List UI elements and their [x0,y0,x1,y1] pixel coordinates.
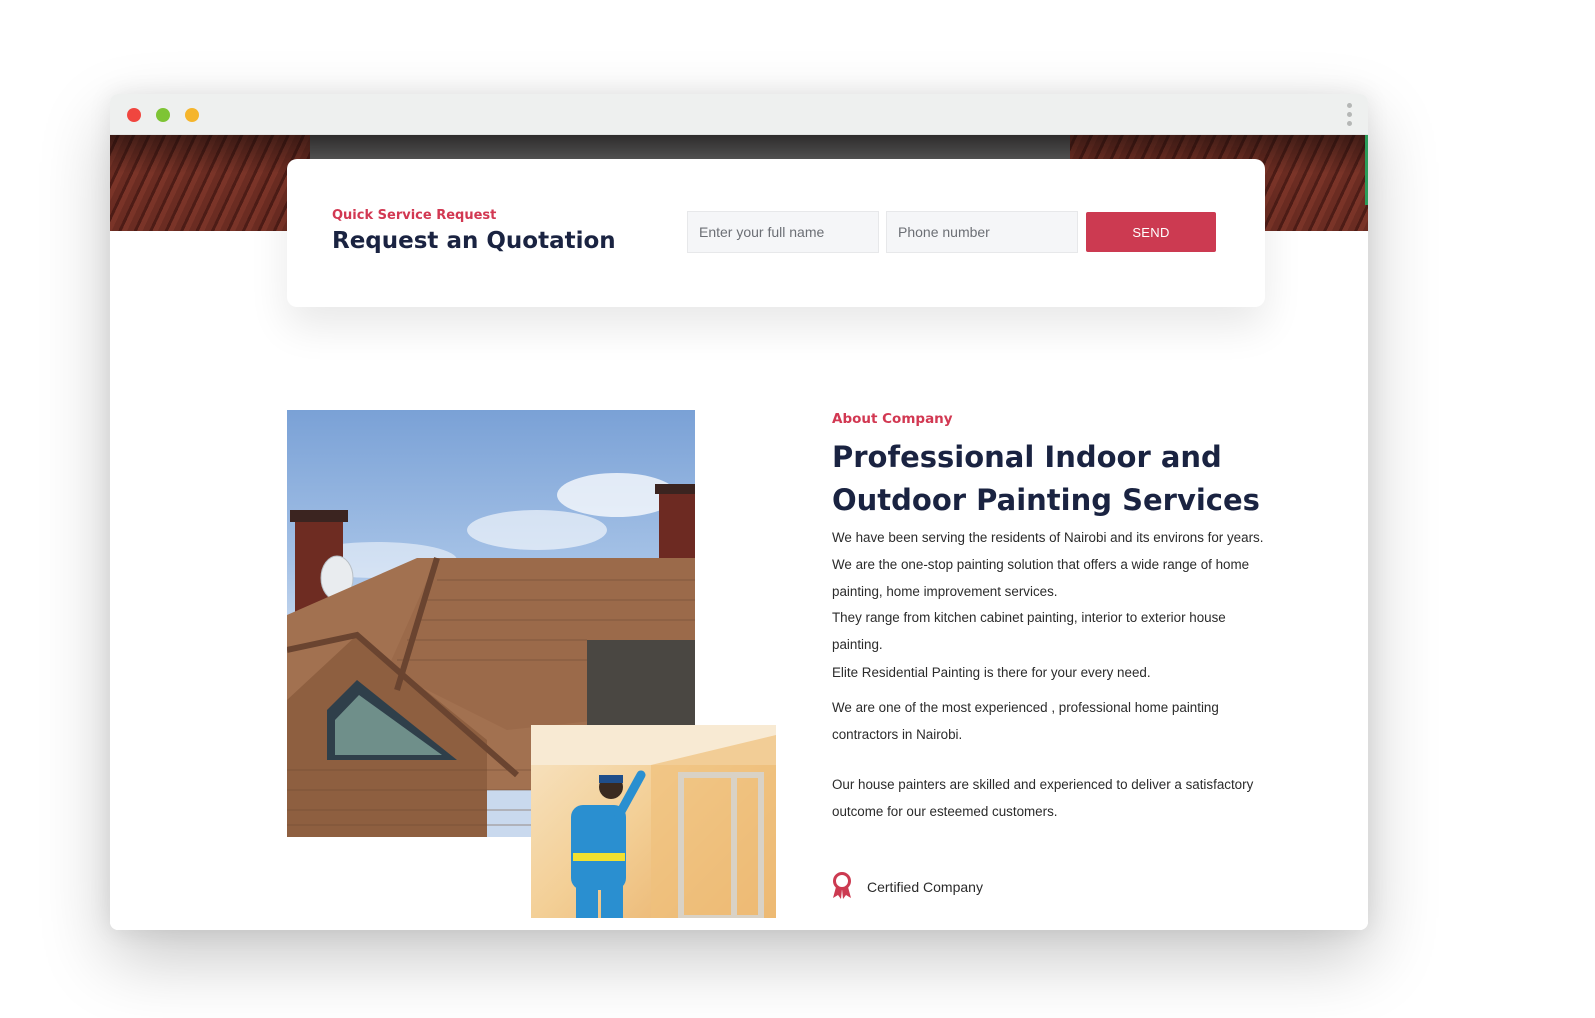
about-paragraph: Elite Residential Painting is there for … [832,665,1151,680]
quote-request-card: Quick Service Request Request an Quotati… [287,159,1265,307]
hero-roof-eave [310,135,1070,161]
about-subtitle: About Company [832,411,953,427]
about-paragraph: We have been serving the residents of Na… [832,530,1264,599]
award-ribbon-icon [833,872,851,899]
about-paragraph: Our house painters are skilled and exper… [832,777,1254,819]
painter-photo [531,725,776,918]
maximize-window-button[interactable] [185,108,199,122]
about-paragraph: They range from kitchen cabinet painting… [832,610,1226,652]
close-window-button[interactable] [127,108,141,122]
certified-company-label: Certified Company [867,879,983,895]
page-content: Quick Service Request Request an Quotati… [110,135,1368,930]
hero-edge-accent [1365,135,1368,205]
minimize-window-button[interactable] [156,108,170,122]
browser-title-bar [110,94,1368,135]
quote-title: Request an Quotation [332,228,616,254]
send-button[interactable]: SEND [1086,212,1216,252]
about-paragraph: We are one of the most experienced , pro… [832,700,1219,742]
quote-subtitle: Quick Service Request [332,208,497,223]
painter-illustration [531,725,776,918]
more-vertical-icon[interactable] [1346,103,1354,127]
about-title: Professional Indoor and Outdoor Painting… [832,440,1260,517]
browser-window: Quick Service Request Request an Quotati… [110,94,1368,930]
full-name-input[interactable] [687,211,879,253]
phone-number-input[interactable] [886,211,1078,253]
